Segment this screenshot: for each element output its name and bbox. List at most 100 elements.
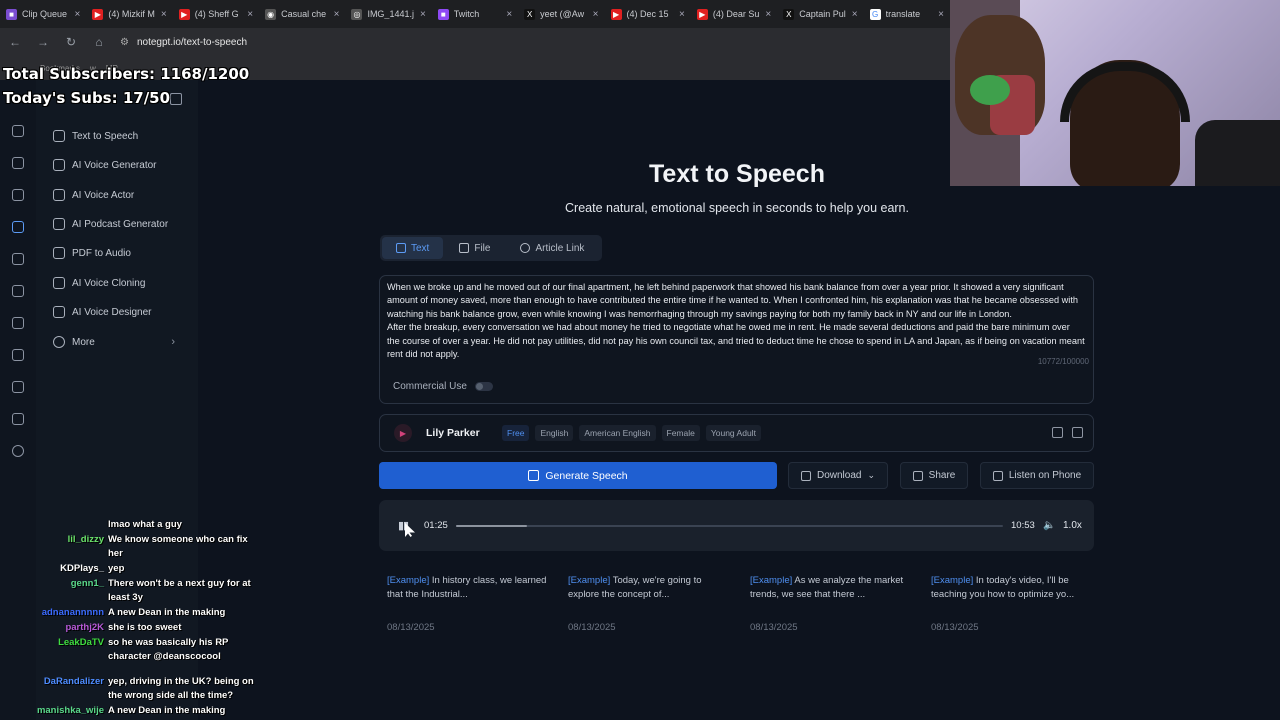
rail-more-icon[interactable] bbox=[12, 445, 24, 457]
tab-title: (4) Sheff G bbox=[194, 9, 239, 19]
browser-tab[interactable]: ■ Twitch × bbox=[432, 0, 518, 28]
example-card[interactable]: [Example] Today, we're going to explore … bbox=[568, 574, 730, 635]
chat-text: least 3y bbox=[108, 592, 143, 603]
close-tab-icon[interactable]: × bbox=[852, 9, 858, 20]
rail-image-icon[interactable] bbox=[12, 349, 24, 361]
close-tab-icon[interactable]: × bbox=[420, 9, 426, 20]
close-tab-icon[interactable]: × bbox=[161, 9, 167, 20]
browser-tab[interactable]: ◎ IMG_1441.j × bbox=[345, 0, 431, 28]
sidebar-item-label: AI Podcast Generator bbox=[72, 218, 169, 230]
sidebar-item-ai-voice-cloning[interactable]: AI Voice Cloning bbox=[53, 272, 193, 294]
rail-audio-icon[interactable] bbox=[12, 221, 24, 233]
sidebar-item-more[interactable]: More › bbox=[53, 331, 193, 353]
tab-file[interactable]: File bbox=[445, 237, 504, 259]
tab-favicon-icon: ▶ bbox=[610, 8, 622, 20]
browser-tab[interactable]: ▶ (4) Mizkif M × bbox=[86, 0, 172, 28]
close-tab-icon[interactable]: × bbox=[765, 9, 771, 20]
volume-icon[interactable]: 🔈 bbox=[1043, 520, 1055, 531]
sidebar-collapse-icon[interactable] bbox=[170, 93, 182, 105]
example-card[interactable]: [Example] In history class, we learned t… bbox=[387, 574, 549, 635]
tab-title: (4) Dear Su bbox=[712, 9, 760, 19]
edit-icon[interactable] bbox=[1052, 427, 1063, 438]
rail-share-icon[interactable] bbox=[12, 253, 24, 265]
close-tab-icon[interactable]: × bbox=[593, 9, 599, 20]
address-bar-row: ← → ↻ ⌂ ⚙ notegpt.io/text-to-speech bbox=[0, 28, 950, 56]
rail-ai-icon[interactable] bbox=[12, 285, 24, 297]
tab-label: Text bbox=[411, 242, 430, 254]
browser-tab[interactable]: ◉ Casual che × bbox=[259, 0, 345, 28]
voice-tag: Free bbox=[502, 425, 530, 441]
reload-icon[interactable]: ↻ bbox=[64, 35, 78, 49]
chat-text: We know someone who can fix bbox=[108, 534, 248, 545]
browser-tab[interactable]: ■ Clip Queue × bbox=[0, 0, 86, 28]
rail-slides-icon[interactable] bbox=[12, 381, 24, 393]
voice-preview-play-icon[interactable]: ▶ bbox=[394, 424, 412, 442]
close-tab-icon[interactable]: × bbox=[334, 9, 340, 20]
example-card[interactable]: [Example] In today's video, I'll be teac… bbox=[931, 574, 1093, 635]
browser-tab[interactable]: ▶ (4) Dec 15 × bbox=[605, 0, 691, 28]
text-input-content[interactable]: When we broke up and he moved out of our… bbox=[387, 281, 1085, 369]
browser-tab[interactable]: ▶ (4) Dear Su × bbox=[691, 0, 777, 28]
tab-article-link[interactable]: Article Link bbox=[506, 237, 598, 259]
voice-tag: American English bbox=[579, 425, 656, 441]
rail-caption-icon[interactable] bbox=[12, 157, 24, 169]
back-icon[interactable]: ← bbox=[8, 35, 22, 49]
generate-speech-label: Generate Speech bbox=[545, 469, 628, 482]
browser-tab[interactable]: Xyeet (@Aw × bbox=[518, 0, 604, 28]
sidebar-item-pdf-to-audio[interactable]: PDF to Audio bbox=[53, 242, 193, 264]
sidebar-item-text-to-speech[interactable]: Text to Speech bbox=[53, 125, 193, 147]
tab-text[interactable]: Text bbox=[382, 237, 444, 259]
sidebar-item-ai-voice-designer[interactable]: AI Voice Designer bbox=[53, 301, 193, 323]
progress-slider[interactable] bbox=[456, 525, 1003, 527]
edit-icon bbox=[528, 470, 540, 481]
forward-icon[interactable]: → bbox=[36, 35, 50, 49]
playback-speed[interactable]: 1.0x bbox=[1063, 520, 1082, 531]
download-icon bbox=[800, 470, 811, 481]
rail-tools-icon[interactable] bbox=[12, 413, 24, 425]
close-tab-icon[interactable]: × bbox=[506, 9, 512, 20]
example-card[interactable]: [Example] As we analyze the market trend… bbox=[750, 574, 912, 635]
download-button[interactable]: Download ⌄ bbox=[788, 462, 888, 489]
link-icon bbox=[520, 243, 531, 253]
podcast-icon bbox=[53, 218, 65, 230]
text-icon bbox=[53, 130, 65, 142]
share-button[interactable]: Share bbox=[900, 462, 968, 489]
text-paragraph: After the breakup, every conversation we… bbox=[387, 322, 1085, 360]
browser-tab[interactable]: Gtranslate × bbox=[864, 0, 950, 28]
tab-favicon-icon: X bbox=[524, 8, 536, 20]
site-info-icon[interactable]: ⚙ bbox=[120, 37, 129, 48]
commercial-use-toggle[interactable] bbox=[474, 382, 493, 391]
close-tab-icon[interactable]: × bbox=[75, 9, 81, 20]
generate-speech-button[interactable]: Generate Speech bbox=[379, 462, 777, 489]
chat-username: parthj2K bbox=[65, 622, 104, 633]
rail-doc-icon[interactable] bbox=[12, 189, 24, 201]
voice-tag: Female bbox=[661, 425, 700, 441]
home-icon[interactable]: ⌂ bbox=[92, 35, 106, 49]
swap-icon[interactable] bbox=[1072, 427, 1083, 438]
browser-tab[interactable]: ▶ (4) Sheff G × bbox=[173, 0, 259, 28]
phone-icon bbox=[992, 470, 1003, 481]
total-time: 10:53 bbox=[1011, 520, 1035, 531]
close-tab-icon[interactable]: × bbox=[679, 9, 685, 20]
voice-selector[interactable]: ▶ Lily Parker Free English American Engl… bbox=[379, 414, 1094, 452]
commercial-use-label: Commercial Use bbox=[393, 381, 467, 392]
webcam-green-plush bbox=[970, 75, 1010, 105]
chat-username: KDPlays_ bbox=[60, 563, 104, 574]
sidebar-item-ai-voice-actor[interactable]: AI Voice Actor bbox=[53, 184, 193, 206]
sidebar-item-ai-voice-generator[interactable]: AI Voice Generator bbox=[53, 154, 193, 176]
text-icon bbox=[396, 243, 406, 253]
rail-video-icon[interactable] bbox=[12, 125, 24, 137]
sidebar-item-ai-podcast-generator[interactable]: AI Podcast Generator bbox=[53, 213, 193, 235]
browser-tab[interactable]: X Captain Pul × bbox=[777, 0, 863, 28]
rail-edit-icon[interactable] bbox=[12, 317, 24, 329]
tab-title: (4) Dec 15 bbox=[626, 9, 669, 19]
listen-on-phone-button[interactable]: Listen on Phone bbox=[980, 462, 1094, 489]
close-tab-icon[interactable]: × bbox=[938, 9, 944, 20]
clone-icon bbox=[53, 277, 65, 289]
voice-actions bbox=[1052, 427, 1083, 438]
close-tab-icon[interactable]: × bbox=[247, 9, 253, 20]
tab-title: yeet (@Aw bbox=[540, 9, 585, 19]
url-field[interactable]: ⚙ notegpt.io/text-to-speech bbox=[120, 37, 247, 48]
tab-favicon-icon: ▶ bbox=[92, 8, 104, 20]
text-input-area[interactable]: When we broke up and he moved out of our… bbox=[379, 275, 1094, 404]
